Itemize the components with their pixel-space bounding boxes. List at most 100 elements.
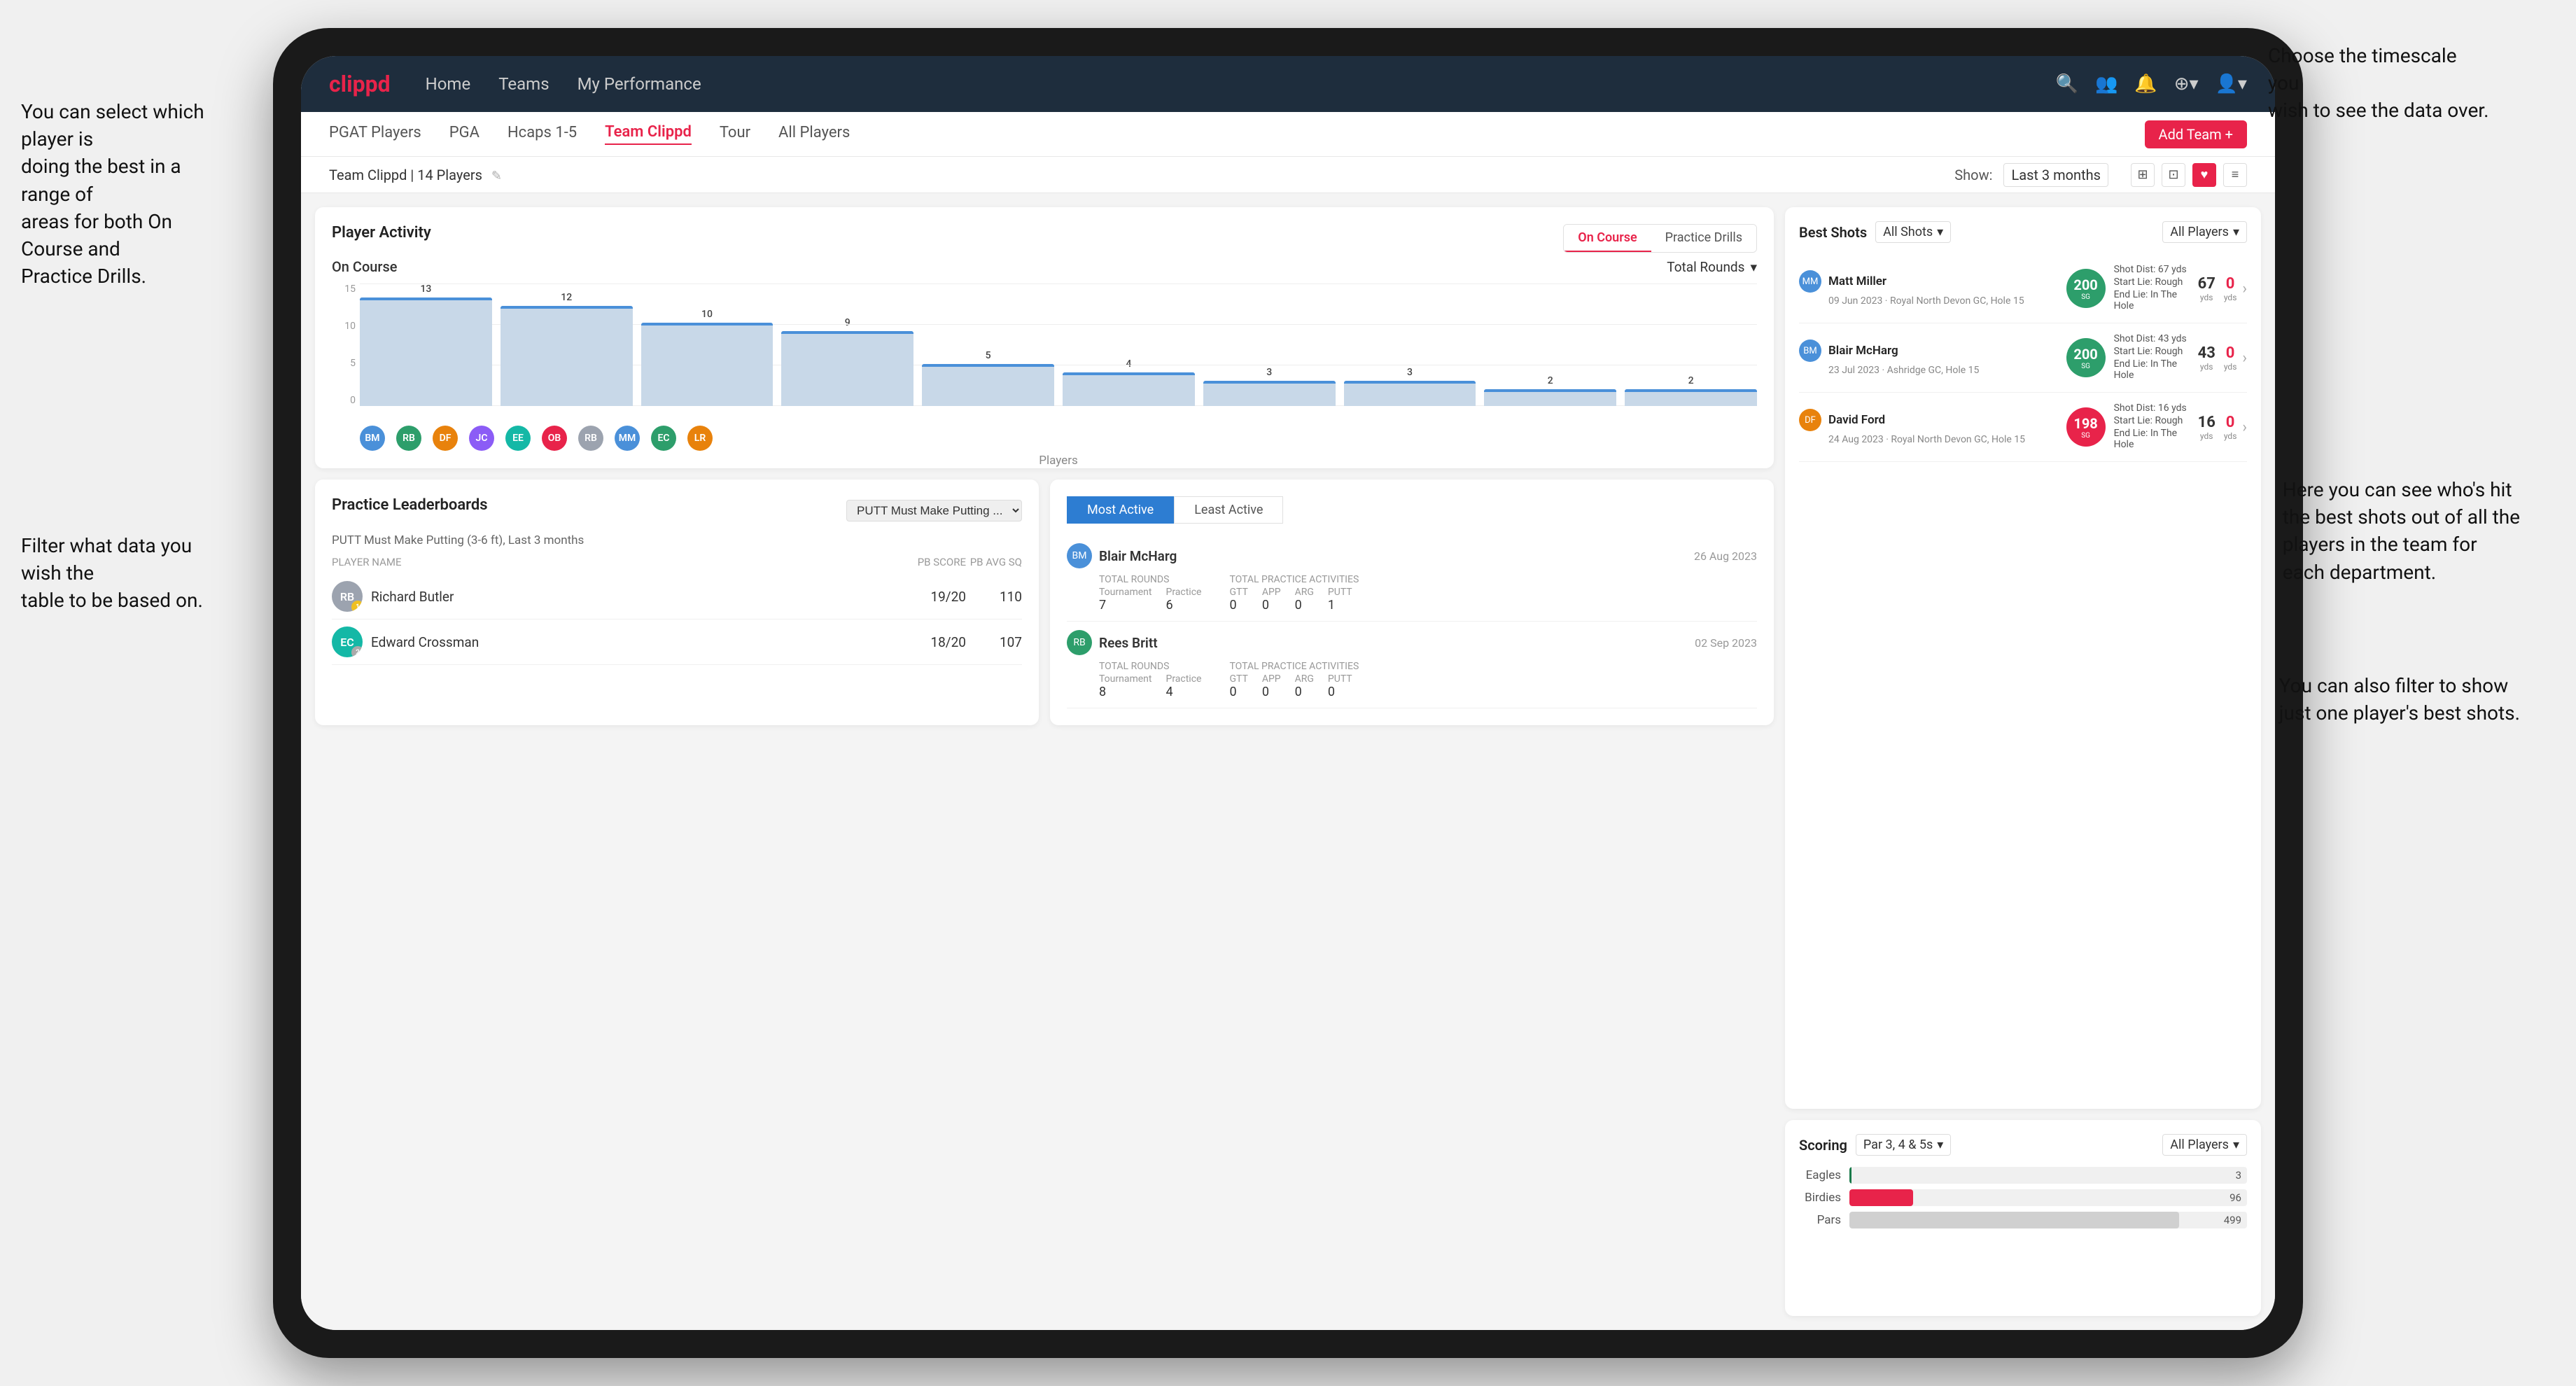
bar-ecrossman: 2 [1484, 375, 1616, 406]
avatar-dford: DF [433, 426, 458, 451]
shot-player-info-david: DF David Ford 24 Aug 2023 · Royal North … [1799, 409, 2058, 445]
least-active-tab[interactable]: Least Active [1174, 496, 1283, 524]
chevron-right-icon-2: › [2242, 349, 2247, 367]
bar-dford-fill [641, 323, 774, 406]
shot-details-david: Shot Dist: 16 yds Start Lie: Rough End L… [2114, 402, 2198, 451]
tab-pga[interactable]: PGA [449, 124, 479, 144]
shots-filter[interactable]: All Shots ▾ [1875, 221, 1951, 243]
practice-drills-toggle[interactable]: Practice Drills [1651, 225, 1756, 252]
annotation-mid-left: Filter what data you wish the table to b… [21, 532, 224, 615]
most-active-card: Most Active Least Active BM Blair McHarg… [1050, 479, 1774, 725]
list-view-icon[interactable]: ≡ [2223, 163, 2247, 187]
psr-top-rees: RB Rees Britt 02 Sep 2023 [1067, 630, 1757, 655]
user-icon[interactable]: 👥 [2095, 74, 2118, 94]
shot-player-name-matt: Matt Miller [1828, 274, 1886, 288]
avatar-richard-butler: RB 1 [332, 581, 363, 612]
rank-badge-1: 1 [351, 601, 363, 612]
search-icon[interactable]: 🔍 [2056, 74, 2078, 94]
scoring-row-pars: Pars 499 [1799, 1212, 2247, 1228]
col-pb-avg: PB AVG SQ [966, 556, 1022, 568]
y-label-0: 0 [350, 395, 356, 406]
pb-avg-1: 110 [966, 589, 1022, 605]
total-rounds-dropdown[interactable]: Total Rounds ▾ [1667, 259, 1757, 275]
plus-circle-icon[interactable]: ⊕▾ [2174, 74, 2199, 94]
scoring-bar-eagles [1849, 1167, 1851, 1184]
shot-meta-matt: 09 Jun 2023 · Royal North Devon GC, Hole… [1828, 295, 2058, 307]
pb-score-1: 19/20 [910, 589, 966, 605]
bar-ecrossman-fill [1484, 389, 1616, 406]
show-section: Show: Last 3 months ⊞ ⊡ ♥ ≡ [1954, 163, 2247, 187]
on-course-toggle[interactable]: On Course [1564, 225, 1651, 252]
left-panel: Player Activity On Course Practice Drill… [301, 193, 1785, 1330]
tile-view-icon[interactable]: ⊡ [2162, 163, 2185, 187]
nav-my-performance[interactable]: My Performance [578, 74, 701, 94]
scoring-val-pars: 499 [2224, 1214, 2241, 1226]
player-name-richard-butler: Richard Butler [371, 589, 910, 605]
scoring-bar-track-pars: 499 [1849, 1212, 2247, 1228]
bar-eebert: 5 [922, 350, 1054, 406]
scoring-filter[interactable]: Par 3, 4 & 5s ▾ [1856, 1134, 1951, 1156]
tab-hcaps[interactable]: Hcaps 1-5 [507, 124, 577, 144]
avatar-eebert: EE [505, 426, 531, 451]
chevron-right-icon: › [2242, 280, 2247, 298]
chevron-right-icon-3: › [2242, 419, 2247, 436]
scoring-val-eagles: 3 [2236, 1169, 2241, 1182]
main-content: Player Activity On Course Practice Drill… [301, 193, 2275, 1330]
y-axis: 15 10 5 0 [332, 284, 360, 420]
bs-header: Best Shots All Shots ▾ All Players ▾ [1799, 221, 2247, 243]
avatar-blair-mcharg: BM [1067, 543, 1092, 568]
bar-rbutler-fill [1203, 381, 1336, 406]
add-team-button[interactable]: Add Team + [2145, 120, 2247, 148]
scoring-label-birdies: Birdies [1799, 1191, 1841, 1205]
top-nav: clippd Home Teams My Performance 🔍 👥 🔔 ⊕… [301, 56, 2275, 112]
shot-avatar-david: DF [1799, 409, 1821, 431]
all-players-filter[interactable]: All Players ▾ [2162, 221, 2247, 243]
scoring-rows: Eagles 3 Birdies 96 [1799, 1167, 2247, 1228]
account-icon[interactable]: 👤▾ [2216, 74, 2247, 94]
bar-rbutler: 3 [1203, 367, 1336, 406]
nav-home[interactable]: Home [426, 74, 471, 94]
practice-leaderboards-card: Practice Leaderboards PUTT Must Make Put… [315, 479, 1039, 725]
edit-icon[interactable]: ✎ [491, 169, 502, 183]
tab-tour[interactable]: Tour [720, 124, 750, 144]
on-course-label: On Course [332, 258, 398, 275]
bar-chart-area: 15 10 5 0 [332, 284, 1757, 451]
bar-mmiller-fill [1344, 381, 1476, 406]
scoring-bar-birdies [1849, 1189, 1913, 1206]
shot-row-david-ford[interactable]: DF David Ford 24 Aug 2023 · Royal North … [1799, 393, 2247, 462]
scoring-title: Scoring [1799, 1137, 1847, 1154]
bar-jcoles-fill [781, 331, 913, 406]
date-rees: 02 Sep 2023 [1695, 636, 1757, 650]
nav-teams[interactable]: Teams [498, 74, 549, 94]
bar-chart-container: 15 10 5 0 [332, 284, 1757, 420]
tab-pgat-players[interactable]: PGAT Players [329, 124, 421, 144]
tab-all-players[interactable]: All Players [778, 124, 850, 144]
shot-row-blair-mcharg[interactable]: BM Blair McHarg 23 Jul 2023 · Ashridge G… [1799, 323, 2247, 393]
toggle-group: On Course Practice Drills [1563, 224, 1757, 253]
show-label: Show: [1954, 167, 1992, 183]
show-select[interactable]: Last 3 months [2003, 163, 2108, 187]
bar-eebert-fill [922, 364, 1054, 406]
x-axis-label: Players [332, 454, 1757, 468]
shot-meta-david: 24 Aug 2023 · Royal North Devon GC, Hole… [1828, 434, 2058, 445]
bottom-row: Practice Leaderboards PUTT Must Make Put… [315, 479, 1774, 725]
scoring-bar-pars [1849, 1212, 2179, 1228]
player-stat-row-blair: BM Blair McHarg 26 Aug 2023 Total Rounds [1067, 535, 1757, 622]
heart-view-icon[interactable]: ♥ [2192, 163, 2216, 187]
y-label-15: 15 [344, 284, 356, 295]
scoring-row-birdies: Birdies 96 [1799, 1189, 2247, 1206]
bar-rbritt: 12 [500, 292, 633, 406]
shot-details-matt: Shot Dist: 67 yds Start Lie: Rough End L… [2114, 264, 2198, 313]
grid-view-icon[interactable]: ⊞ [2131, 163, 2155, 187]
activity-header: Player Activity On Course Practice Drill… [332, 224, 1757, 253]
bell-icon[interactable]: 🔔 [2134, 74, 2157, 94]
avatar-jcoles: JC [469, 426, 494, 451]
most-active-tab[interactable]: Most Active [1067, 496, 1174, 524]
pb-score-2: 18/20 [910, 634, 966, 650]
scoring-all-players[interactable]: All Players ▾ [2162, 1134, 2247, 1156]
bars-container: 13 12 [360, 284, 1757, 420]
drill-select[interactable]: PUTT Must Make Putting ... [846, 500, 1022, 522]
shot-player-name-david: David Ford [1828, 413, 1885, 427]
tab-team-clippd[interactable]: Team Clippd [605, 123, 692, 145]
shot-row-matt-miller[interactable]: MM Matt Miller 09 Jun 2023 · Royal North… [1799, 254, 2247, 323]
